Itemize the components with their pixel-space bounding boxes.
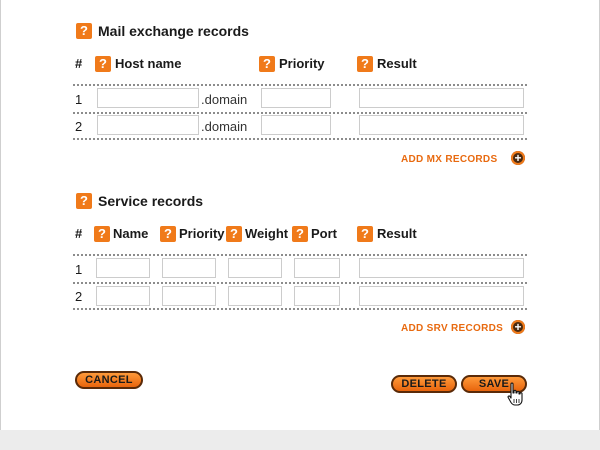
mx-row-1-host-input[interactable] bbox=[97, 88, 199, 108]
srv-row-2-port-input[interactable] bbox=[294, 286, 340, 306]
mx-divider-bottom bbox=[73, 138, 527, 140]
srv-row-2-weight-input[interactable] bbox=[228, 286, 282, 306]
srv-priority-help-icon[interactable]: ? bbox=[160, 226, 176, 242]
add-mx-plus-icon[interactable]: + bbox=[511, 151, 525, 165]
srv-divider-top bbox=[73, 254, 527, 256]
cancel-button[interactable]: CANCEL bbox=[75, 371, 143, 389]
mx-row-2-host-input[interactable] bbox=[97, 115, 199, 135]
srv-row-1-priority-input[interactable] bbox=[162, 258, 216, 278]
srv-row-1-weight-input[interactable] bbox=[228, 258, 282, 278]
mx-col-priority: Priority bbox=[279, 56, 325, 71]
mx-row-2-priority-input[interactable] bbox=[261, 115, 331, 135]
mx-divider-mid bbox=[73, 112, 527, 114]
srv-row-1-number: 1 bbox=[75, 262, 83, 277]
srv-col-result: Result bbox=[377, 226, 417, 241]
srv-col-number: # bbox=[75, 226, 83, 241]
mx-result-help-icon[interactable]: ? bbox=[357, 56, 373, 72]
hand-pointer-icon bbox=[507, 382, 523, 406]
mx-col-result: Result bbox=[377, 56, 417, 71]
srv-name-help-icon[interactable]: ? bbox=[94, 226, 110, 242]
srv-section-title: Service records bbox=[98, 193, 204, 209]
mx-row-1-result-input[interactable] bbox=[359, 88, 524, 108]
add-mx-records-link[interactable]: ADD MX RECORDS bbox=[401, 154, 497, 165]
footer-strip bbox=[0, 430, 600, 450]
add-srv-plus-icon[interactable]: + bbox=[511, 320, 525, 334]
srv-col-name: Name bbox=[113, 226, 149, 241]
mx-help-icon[interactable]: ? bbox=[76, 23, 92, 39]
mx-row-1-number: 1 bbox=[75, 92, 83, 107]
mx-priority-help-icon[interactable]: ? bbox=[259, 56, 275, 72]
mx-host-help-icon[interactable]: ? bbox=[95, 56, 111, 72]
mx-col-host: Host name bbox=[115, 56, 182, 71]
srv-row-2-result-input[interactable] bbox=[359, 286, 524, 306]
delete-button[interactable]: DELETE bbox=[391, 375, 457, 393]
srv-divider-mid bbox=[73, 282, 527, 284]
srv-help-icon[interactable]: ? bbox=[76, 193, 92, 209]
dns-records-panel: ? Mail exchange records # ? Host name ? … bbox=[0, 0, 600, 430]
srv-row-2-number: 2 bbox=[75, 289, 83, 304]
mx-row-1-domain-suffix: .domain bbox=[201, 92, 248, 107]
mx-row-2-result-input[interactable] bbox=[359, 115, 524, 135]
mx-col-number: # bbox=[75, 56, 83, 71]
srv-col-priority: Priority bbox=[179, 226, 225, 241]
srv-result-help-icon[interactable]: ? bbox=[357, 226, 373, 242]
srv-row-2-name-input[interactable] bbox=[96, 286, 150, 306]
srv-divider-bottom bbox=[73, 308, 527, 310]
mx-row-2-number: 2 bbox=[75, 119, 83, 134]
srv-row-2-priority-input[interactable] bbox=[162, 286, 216, 306]
srv-col-port: Port bbox=[311, 226, 337, 241]
mx-row-2-domain-suffix: .domain bbox=[201, 119, 248, 134]
srv-col-weight: Weight bbox=[245, 226, 289, 241]
srv-weight-help-icon[interactable]: ? bbox=[226, 226, 242, 242]
srv-row-1-result-input[interactable] bbox=[359, 258, 524, 278]
srv-port-help-icon[interactable]: ? bbox=[292, 226, 308, 242]
srv-row-1-name-input[interactable] bbox=[96, 258, 150, 278]
mx-section-title: Mail exchange records bbox=[98, 23, 249, 39]
mx-row-1-priority-input[interactable] bbox=[261, 88, 331, 108]
srv-row-1-port-input[interactable] bbox=[294, 258, 340, 278]
add-srv-records-link[interactable]: ADD SRV RECORDS bbox=[401, 323, 503, 334]
mx-divider-top bbox=[73, 84, 527, 86]
